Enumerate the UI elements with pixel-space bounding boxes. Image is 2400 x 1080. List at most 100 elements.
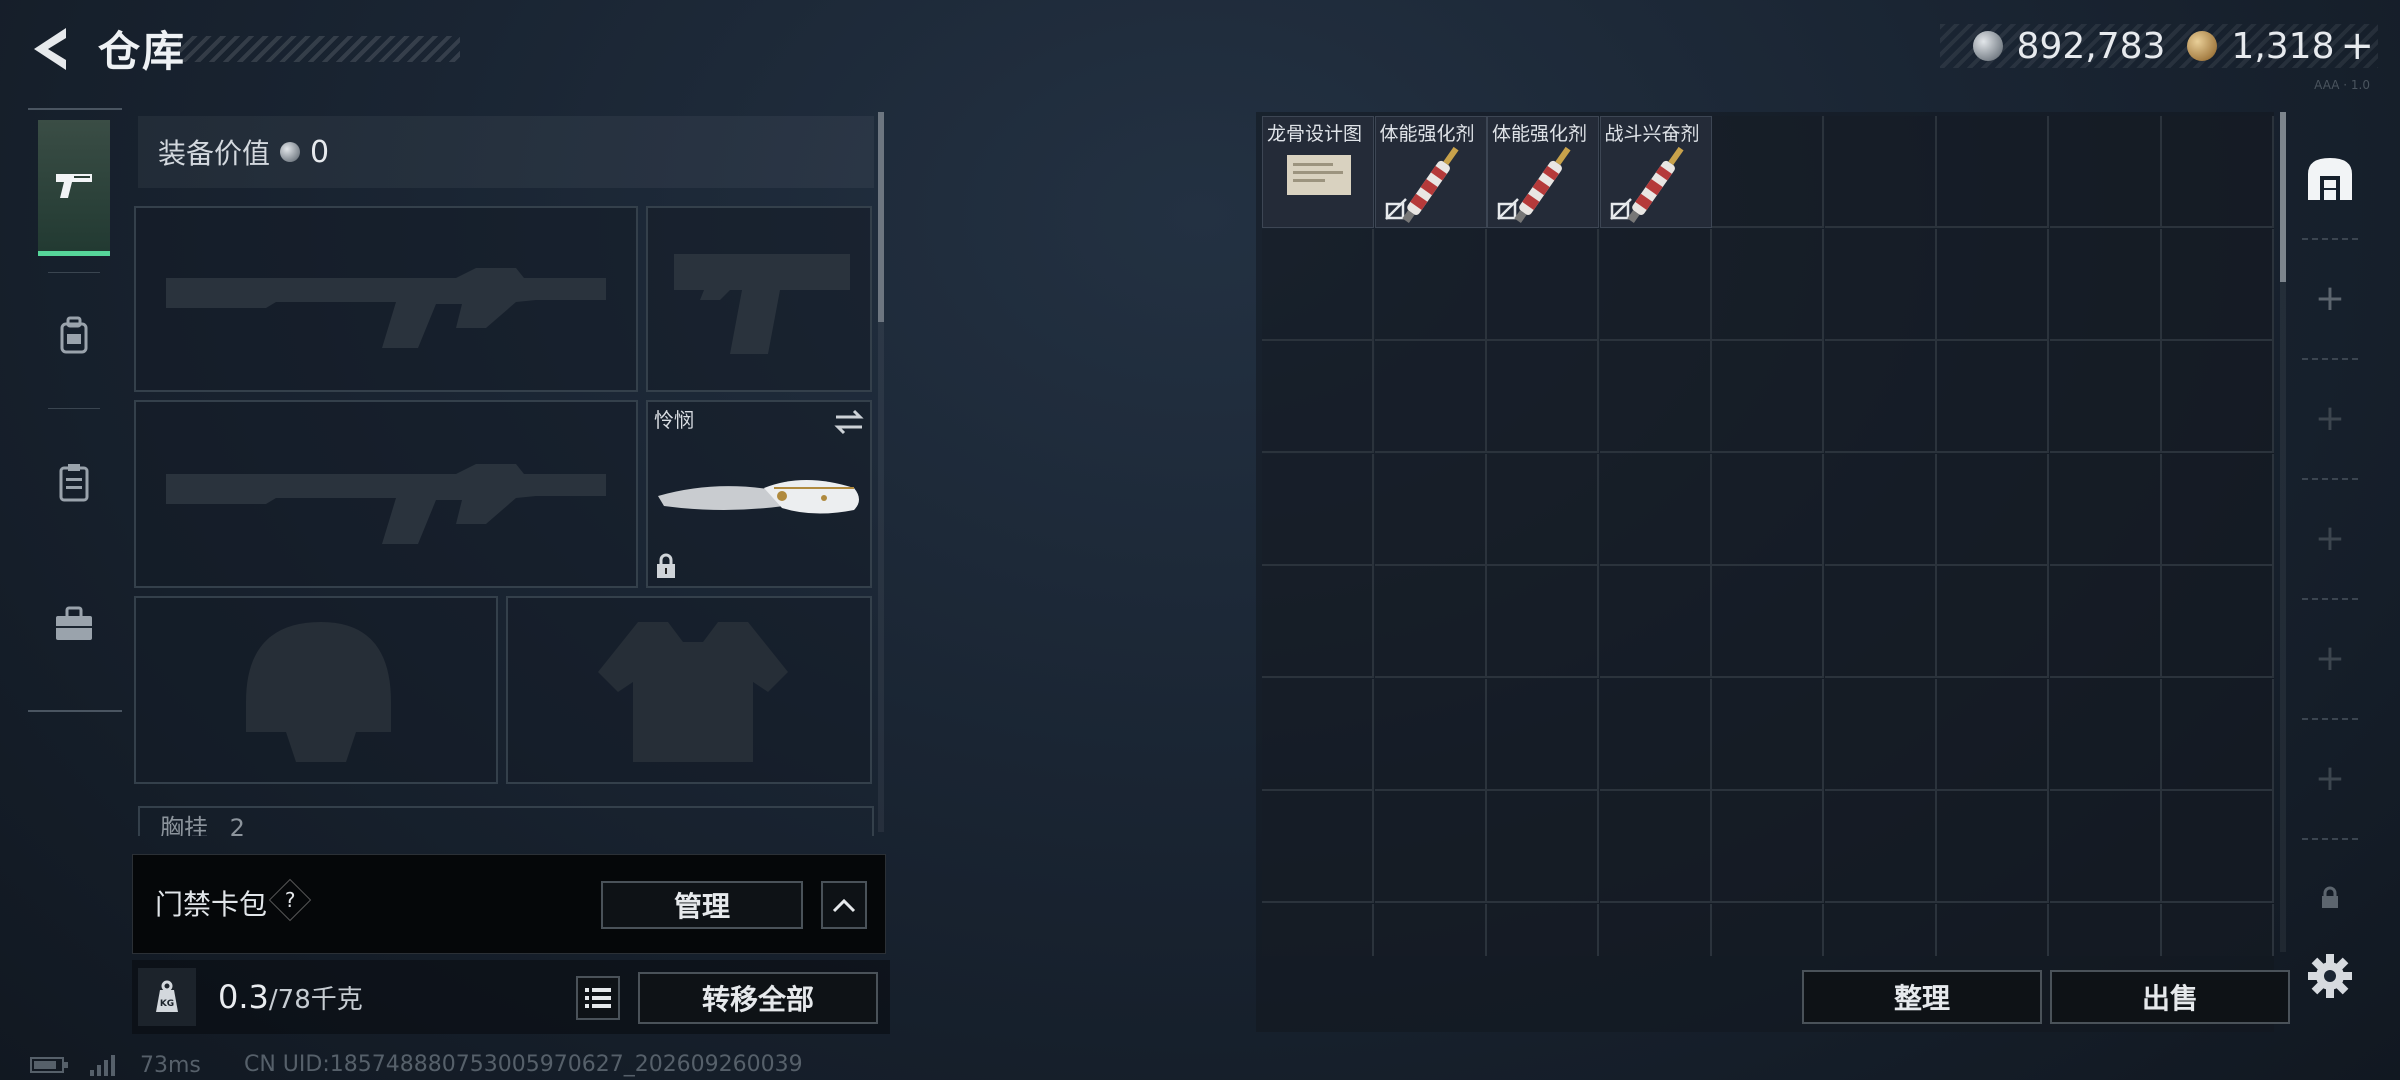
swap-icon[interactable]	[832, 408, 866, 436]
empty-grid-cell[interactable]	[1374, 903, 1487, 956]
empty-grid-cell[interactable]	[1487, 566, 1599, 678]
empty-grid-cell[interactable]	[2049, 453, 2162, 566]
empty-grid-cell[interactable]	[1937, 678, 2049, 791]
empty-grid-cell[interactable]	[1374, 228, 1487, 341]
empty-grid-cell[interactable]	[1599, 453, 1712, 566]
empty-grid-cell[interactable]	[1599, 903, 1712, 956]
item-cell[interactable]: 体能强化剂	[1487, 116, 1599, 228]
empty-grid-cell[interactable]	[1487, 903, 1599, 956]
add-storage-button-3[interactable]: +	[2290, 480, 2370, 596]
empty-grid-cell[interactable]	[1262, 566, 1374, 678]
empty-grid-cell[interactable]	[2049, 566, 2162, 678]
equipment-scroll-thumb[interactable]	[878, 112, 884, 322]
empty-grid-cell[interactable]	[1937, 453, 2049, 566]
empty-grid-cell[interactable]	[1374, 453, 1487, 566]
empty-grid-cell[interactable]	[1824, 228, 1937, 341]
empty-grid-cell[interactable]	[2162, 678, 2274, 791]
add-storage-button-5[interactable]: +	[2290, 720, 2370, 836]
empty-grid-cell[interactable]	[1487, 453, 1599, 566]
empty-grid-cell[interactable]	[1824, 116, 1937, 228]
add-storage-button-4[interactable]: +	[2290, 600, 2370, 716]
empty-grid-cell[interactable]	[1712, 791, 1824, 903]
armor-slot[interactable]	[506, 596, 872, 784]
empty-grid-cell[interactable]	[1712, 453, 1824, 566]
empty-grid-cell[interactable]	[2162, 453, 2274, 566]
empty-grid-cell[interactable]	[1824, 903, 1937, 956]
empty-grid-cell[interactable]	[1262, 341, 1374, 453]
primary-weapon-slot[interactable]	[134, 206, 638, 392]
empty-grid-cell[interactable]	[1374, 566, 1487, 678]
chest-rig-row[interactable]: 胸挂 2	[138, 806, 874, 836]
empty-grid-cell[interactable]	[1824, 566, 1937, 678]
sell-button[interactable]: 出售	[2050, 970, 2290, 1024]
item-cell[interactable]: 体能强化剂	[1374, 116, 1487, 228]
empty-grid-cell[interactable]	[1937, 566, 2049, 678]
empty-grid-cell[interactable]	[2162, 566, 2274, 678]
add-storage-button-2[interactable]: +	[2290, 360, 2370, 476]
transfer-all-button[interactable]: 转移全部	[638, 972, 878, 1024]
add-currency-button[interactable]: +	[2340, 23, 2374, 69]
back-button[interactable]	[26, 22, 76, 76]
tab-main-storage[interactable]	[2290, 120, 2370, 236]
sort-button[interactable]: 整理	[1802, 970, 2042, 1024]
settings-button[interactable]	[2304, 950, 2356, 1002]
empty-grid-cell[interactable]	[1487, 228, 1599, 341]
tab-vest[interactable]	[38, 414, 110, 550]
empty-grid-cell[interactable]	[2049, 791, 2162, 903]
empty-grid-cell[interactable]	[2049, 678, 2162, 791]
empty-grid-cell[interactable]	[1374, 341, 1487, 453]
warehouse-scroll-thumb[interactable]	[2280, 112, 2286, 282]
item-cell[interactable]: 战斗兴奋剂	[1599, 116, 1712, 228]
empty-grid-cell[interactable]	[2049, 341, 2162, 453]
empty-grid-cell[interactable]	[1937, 341, 2049, 453]
empty-grid-cell[interactable]	[2162, 116, 2274, 228]
empty-grid-cell[interactable]	[2162, 341, 2274, 453]
empty-grid-cell[interactable]	[1824, 341, 1937, 453]
manage-button[interactable]: 管理	[601, 881, 803, 929]
empty-grid-cell[interactable]	[1599, 678, 1712, 791]
empty-grid-cell[interactable]	[2049, 116, 2162, 228]
item-cell[interactable]: 龙骨设计图	[1262, 116, 1374, 228]
empty-grid-cell[interactable]	[2162, 903, 2274, 956]
empty-grid-cell[interactable]	[1262, 791, 1374, 903]
empty-grid-cell[interactable]	[1824, 678, 1937, 791]
empty-grid-cell[interactable]	[1599, 566, 1712, 678]
tab-weapons[interactable]	[38, 120, 110, 256]
empty-grid-cell[interactable]	[1599, 341, 1712, 453]
empty-grid-cell[interactable]	[1487, 791, 1599, 903]
empty-grid-cell[interactable]	[1262, 453, 1374, 566]
empty-grid-cell[interactable]	[1937, 791, 2049, 903]
empty-grid-cell[interactable]	[1824, 791, 1937, 903]
empty-grid-cell[interactable]	[2162, 228, 2274, 341]
empty-grid-cell[interactable]	[1262, 678, 1374, 791]
empty-grid-cell[interactable]	[1599, 791, 1712, 903]
primary-weapon-slot-2[interactable]	[134, 400, 638, 588]
empty-grid-cell[interactable]	[1712, 903, 1824, 956]
empty-grid-cell[interactable]	[1487, 341, 1599, 453]
empty-grid-cell[interactable]	[1374, 791, 1487, 903]
empty-grid-cell[interactable]	[2049, 903, 2162, 956]
empty-grid-cell[interactable]	[1712, 116, 1824, 228]
empty-grid-cell[interactable]	[1599, 228, 1712, 341]
empty-grid-cell[interactable]	[1712, 341, 1824, 453]
secondary-weapon-slot[interactable]	[646, 206, 872, 392]
tab-toolbox[interactable]	[38, 556, 110, 692]
melee-weapon-slot[interactable]: 怜悯	[646, 400, 872, 588]
empty-grid-cell[interactable]	[1262, 903, 1374, 956]
empty-grid-cell[interactable]	[1937, 228, 2049, 341]
empty-grid-cell[interactable]	[1937, 116, 2049, 228]
helmet-slot[interactable]	[134, 596, 498, 784]
empty-grid-cell[interactable]	[1712, 566, 1824, 678]
empty-grid-cell[interactable]	[1937, 903, 2049, 956]
empty-grid-cell[interactable]	[1262, 228, 1374, 341]
empty-grid-cell[interactable]	[2162, 791, 2274, 903]
add-storage-button-1[interactable]: +	[2290, 240, 2370, 356]
empty-grid-cell[interactable]	[1712, 678, 1824, 791]
empty-grid-cell[interactable]	[1824, 453, 1937, 566]
expand-button[interactable]	[821, 881, 867, 929]
empty-grid-cell[interactable]	[1374, 678, 1487, 791]
empty-grid-cell[interactable]	[1712, 228, 1824, 341]
empty-grid-cell[interactable]	[1487, 678, 1599, 791]
list-view-button[interactable]	[576, 976, 620, 1020]
help-icon[interactable]: ?	[268, 878, 312, 922]
